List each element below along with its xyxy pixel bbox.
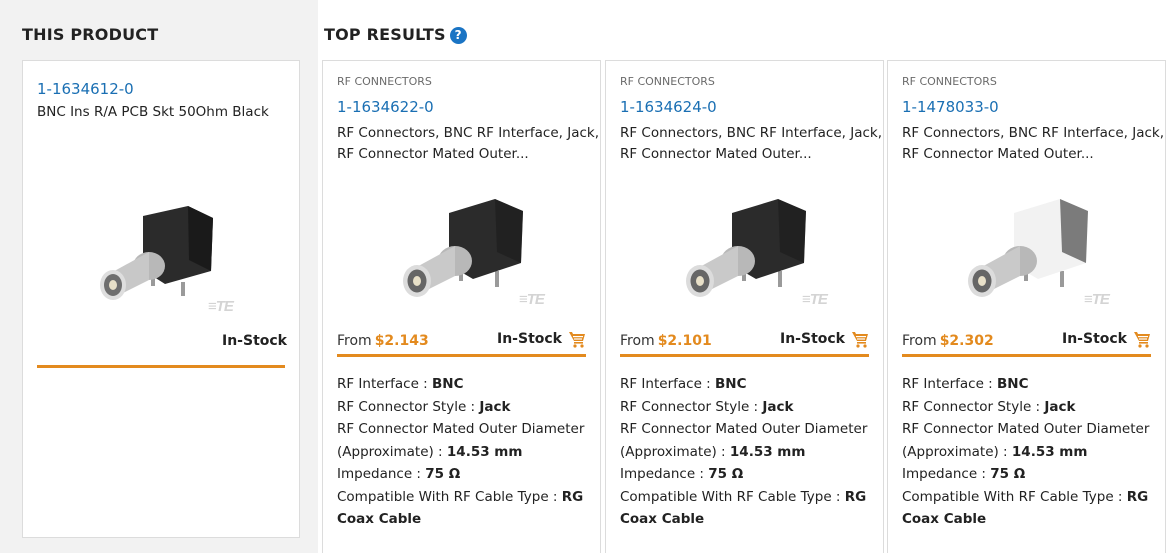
- connector-illustration: [968, 199, 1088, 297]
- attribute-label: Impedance :: [620, 466, 709, 482]
- attribute-value: Jack: [1044, 398, 1076, 415]
- te-logo: ≡TE: [1084, 291, 1110, 308]
- stock-status: In-Stock: [1062, 331, 1127, 347]
- attribute-value: 75 Ω: [708, 466, 744, 482]
- attribute-row: RF Connector Mated Outer Diameter (Appro…: [902, 418, 1151, 463]
- cart-icon[interactable]: [851, 330, 869, 348]
- this-product-divider: [37, 365, 285, 368]
- attribute-list: RF Interface : BNC RF Connector Style : J…: [902, 373, 1151, 531]
- attribute-label: RF Interface :: [337, 376, 433, 392]
- from-label: From: [620, 333, 655, 349]
- top-results-heading: TOP RESULTS?: [324, 25, 467, 44]
- result-part-link[interactable]: 1-1634624-0: [620, 98, 717, 116]
- attribute-row: Impedance : 75 Ω: [902, 463, 1151, 486]
- te-logo: ≡TE: [208, 298, 234, 315]
- result-description: RF Connectors, BNC RF Interface, Jack, R…: [620, 125, 883, 162]
- result-category: RF CONNECTORS: [337, 75, 432, 88]
- price-row: From $2.143 In-Stock: [337, 327, 586, 357]
- this-product-image: [100, 206, 213, 300]
- attribute-value: BNC: [715, 376, 747, 392]
- attribute-value: BNC: [432, 376, 464, 392]
- attribute-value: 14.53 mm: [446, 443, 523, 460]
- attribute-label: Compatible With RF Cable Type :: [620, 488, 845, 505]
- attribute-label: RF Interface :: [902, 376, 998, 392]
- attribute-value: 14.53 mm: [1011, 443, 1088, 460]
- result-product-image: [968, 199, 1088, 297]
- result-description: RF Connectors, BNC RF Interface, Jack, R…: [337, 125, 600, 162]
- result-product-image: [403, 199, 523, 297]
- price-row: From $2.302 In-Stock: [902, 327, 1151, 357]
- attribute-row: Compatible With RF Cable Type : RG Coax …: [902, 486, 1151, 531]
- attribute-value: Jack: [762, 398, 794, 415]
- attribute-row: RF Connector Style : Jack: [902, 396, 1151, 419]
- connector-illustration: [100, 206, 213, 300]
- te-logo: ≡TE: [802, 291, 828, 308]
- from-label: From: [902, 333, 937, 349]
- attribute-row: RF Connector Style : Jack: [337, 396, 586, 419]
- attribute-row: RF Connector Mated Outer Diameter (Appro…: [620, 418, 869, 463]
- cart-icon[interactable]: [1133, 330, 1151, 348]
- attribute-row: RF Connector Mated Outer Diameter (Appro…: [337, 418, 586, 463]
- result-card-3: RF CONNECTORS 1-1478033-0 RF Connectors,…: [887, 60, 1166, 553]
- attribute-value: 14.53 mm: [729, 443, 806, 460]
- attribute-value: 75 Ω: [990, 466, 1026, 482]
- price-value: $2.143: [374, 333, 429, 349]
- price-from: From $2.101: [620, 333, 712, 349]
- attribute-list: RF Interface : BNC RF Connector Style : J…: [337, 373, 586, 531]
- from-label: From: [337, 333, 372, 349]
- attribute-label: Compatible With RF Cable Type :: [902, 488, 1127, 505]
- attribute-value: Jack: [479, 398, 511, 415]
- attribute-row: RF Interface : BNC: [337, 373, 586, 396]
- connector-illustration: [686, 199, 806, 297]
- price-from: From $2.302: [902, 333, 994, 349]
- attribute-row: RF Connector Style : Jack: [620, 396, 869, 419]
- attribute-value: 75 Ω: [425, 466, 461, 482]
- this-product-part-link[interactable]: 1-1634612-0: [37, 80, 134, 98]
- attribute-label: Compatible With RF Cable Type :: [337, 488, 562, 505]
- attribute-row: Compatible With RF Cable Type : RG Coax …: [620, 486, 869, 531]
- cart-icon[interactable]: [568, 330, 586, 348]
- attribute-row: Impedance : 75 Ω: [620, 463, 869, 486]
- result-part-link[interactable]: 1-1478033-0: [902, 98, 999, 116]
- te-logo: ≡TE: [519, 291, 545, 308]
- attribute-value: BNC: [997, 376, 1029, 392]
- attribute-row: Impedance : 75 Ω: [337, 463, 586, 486]
- attribute-label: Impedance :: [337, 466, 426, 482]
- connector-illustration: [403, 199, 523, 297]
- price-value: $2.302: [939, 333, 994, 349]
- attribute-list: RF Interface : BNC RF Connector Style : J…: [620, 373, 869, 531]
- attribute-label: RF Connector Style :: [337, 398, 480, 415]
- attribute-row: Compatible With RF Cable Type : RG Coax …: [337, 486, 586, 531]
- result-category: RF CONNECTORS: [902, 75, 997, 88]
- result-product-image: [686, 199, 806, 297]
- this-product-heading: THIS PRODUCT: [22, 25, 159, 44]
- result-category: RF CONNECTORS: [620, 75, 715, 88]
- result-card-1: RF CONNECTORS 1-1634622-0 RF Connectors,…: [322, 60, 601, 553]
- top-results-heading-label: TOP RESULTS: [324, 25, 446, 44]
- this-product-description: BNC Ins R/A PCB Skt 50Ohm Black: [37, 104, 269, 120]
- attribute-label: RF Connector Style :: [902, 398, 1045, 415]
- attribute-label: RF Connector Style :: [620, 398, 763, 415]
- this-product-stock-status: In-Stock: [222, 333, 287, 349]
- help-icon[interactable]: ?: [449, 27, 467, 44]
- stock-status: In-Stock: [497, 331, 562, 347]
- price-row: From $2.101 In-Stock: [620, 327, 869, 357]
- this-product-card: 1-1634612-0 BNC Ins R/A PCB Skt 50Ohm Bl…: [22, 60, 300, 538]
- result-card-2: RF CONNECTORS 1-1634624-0 RF Connectors,…: [605, 60, 884, 553]
- result-part-link[interactable]: 1-1634622-0: [337, 98, 434, 116]
- attribute-label: RF Interface :: [620, 376, 716, 392]
- price-from: From $2.143: [337, 333, 429, 349]
- result-description: RF Connectors, BNC RF Interface, Jack, R…: [902, 125, 1165, 162]
- stock-status: In-Stock: [780, 331, 845, 347]
- attribute-row: RF Interface : BNC: [902, 373, 1151, 396]
- price-value: $2.101: [657, 333, 712, 349]
- attribute-row: RF Interface : BNC: [620, 373, 869, 396]
- attribute-label: Impedance :: [902, 466, 991, 482]
